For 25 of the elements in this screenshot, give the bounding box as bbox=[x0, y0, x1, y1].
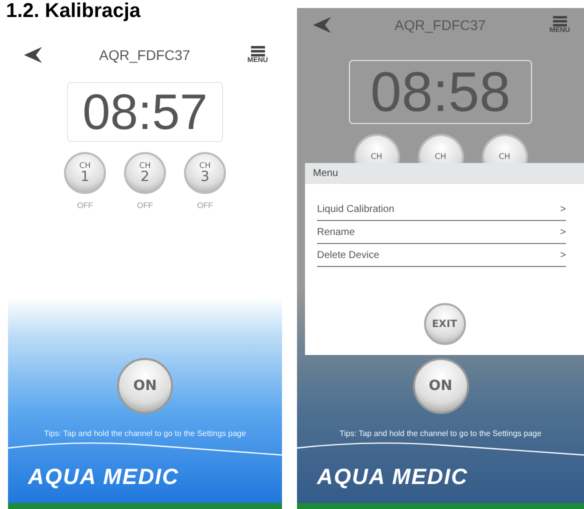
menu-item[interactable]: Rename > bbox=[317, 221, 566, 244]
menu-icon bbox=[250, 46, 265, 57]
device-title: AQR_FDFC37 bbox=[394, 16, 486, 35]
menu-item[interactable]: Liquid Calibration > bbox=[317, 198, 566, 221]
power-button[interactable]: ON bbox=[117, 358, 173, 414]
menu-icon bbox=[552, 16, 567, 27]
channel-button[interactable]: CH 2 bbox=[124, 152, 166, 194]
channel-button[interactable]: CH 3 bbox=[184, 152, 226, 194]
menu-item[interactable]: Delete Device > bbox=[317, 244, 566, 267]
time-display: 08:57 bbox=[67, 82, 223, 142]
channel-status: OFF bbox=[137, 200, 153, 212]
brand-logo: AQUA MEDIC bbox=[28, 463, 179, 491]
brand-logo: AQUA MEDIC bbox=[317, 463, 468, 491]
section-heading: 1.2. Kalibracja bbox=[6, 0, 142, 22]
channel-status: OFF bbox=[77, 200, 93, 212]
back-icon[interactable] bbox=[24, 47, 42, 63]
exit-button[interactable]: EXIT bbox=[424, 303, 466, 345]
channel-button[interactable]: CH 1 bbox=[64, 152, 106, 194]
power-button[interactable]: ON bbox=[412, 358, 468, 414]
channel-status: OFF bbox=[197, 200, 213, 212]
time-display: 08:58 bbox=[349, 60, 532, 124]
tip-text: Tips: Tap and hold the channel to go to the Settings page bbox=[44, 428, 246, 440]
menu-title: Menu bbox=[305, 163, 584, 184]
tip-text: Tips: Tap and hold the channel to go to the Settings page bbox=[340, 428, 542, 440]
device-title: AQR_FDFC37 bbox=[99, 46, 190, 65]
